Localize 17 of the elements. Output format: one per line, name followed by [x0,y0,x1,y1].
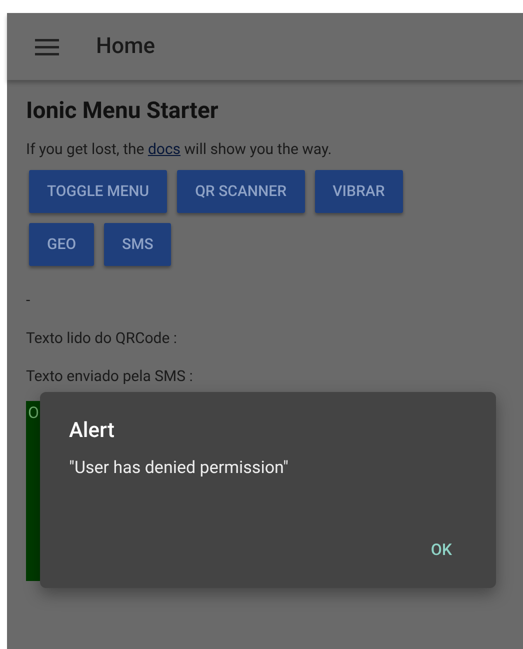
info-text: Texto lido do QRCode : [26,328,178,349]
ok-button[interactable]: OK [426,536,456,564]
intro-text: If you get lost, the docs will show you the way. [26,139,333,159]
menu-icon[interactable] [35,38,59,56]
docs-link[interactable]: docs [148,140,181,158]
info-text: Texto enviado pela SMS : [26,366,194,387]
action-button[interactable]: TOGGLE MENU [29,170,168,213]
panel-text: O [28,403,40,422]
action-button[interactable]: QR SCANNER [177,170,305,213]
header-title: Home [96,33,156,61]
action-button[interactable]: VIBRAR [314,170,403,213]
alert-message: "User has denied permission" [69,457,288,479]
action-button[interactable]: SMS [104,223,172,266]
alert-title: Alert [69,418,114,444]
action-button[interactable]: GEO [29,223,94,266]
page-title: Ionic Menu Starter [26,96,220,126]
info-text: - [26,290,32,311]
